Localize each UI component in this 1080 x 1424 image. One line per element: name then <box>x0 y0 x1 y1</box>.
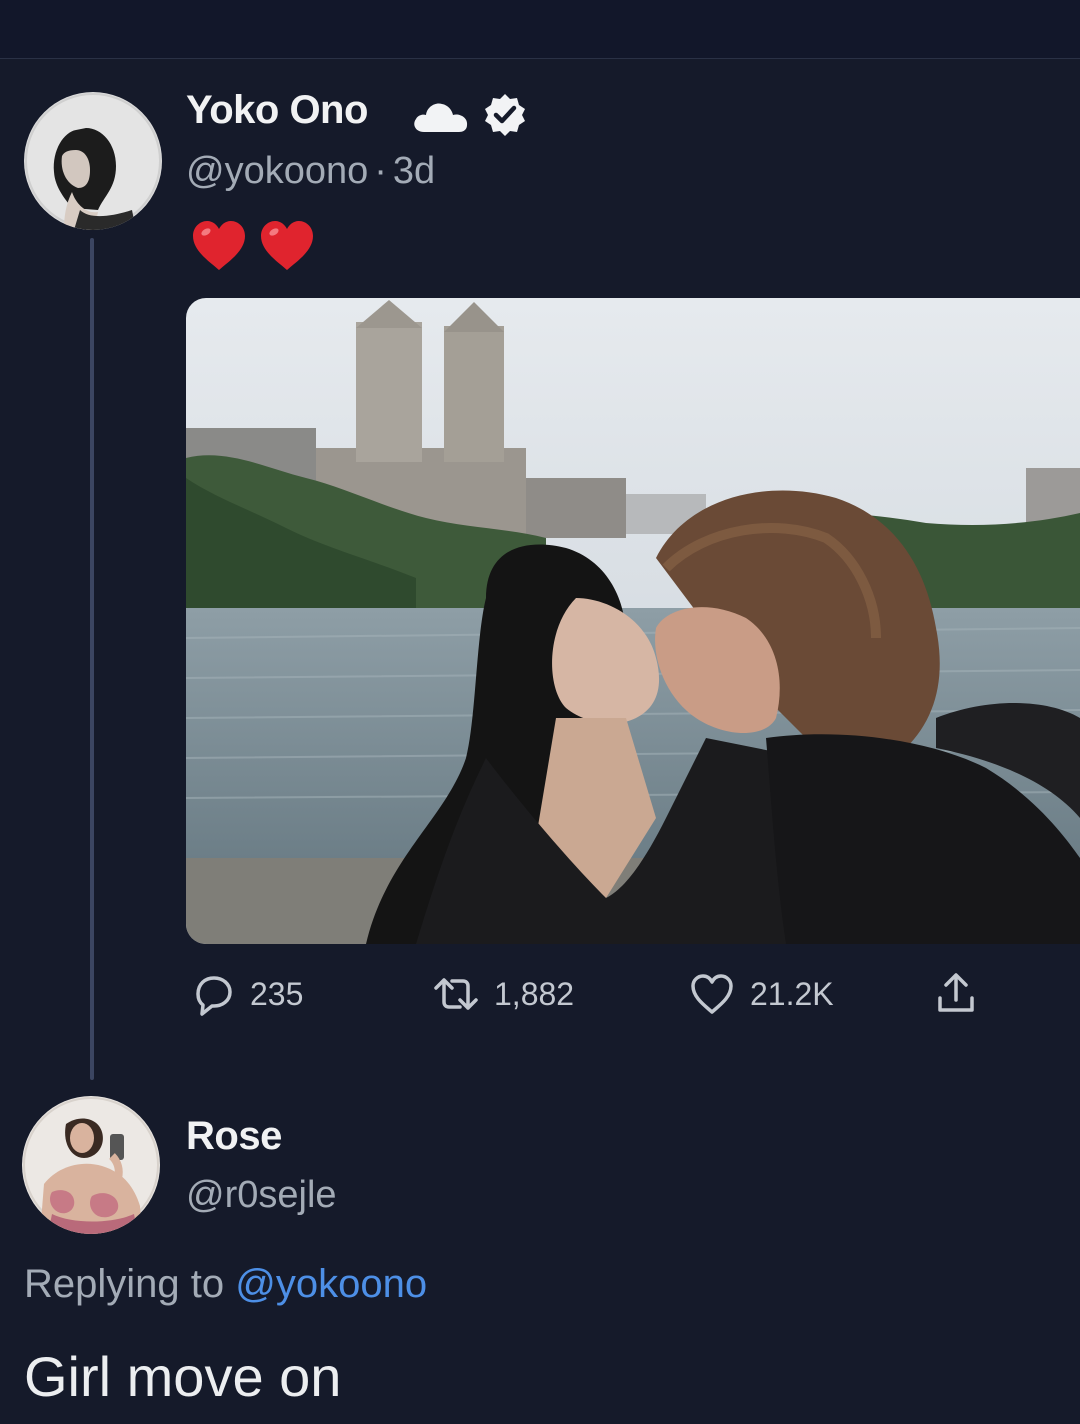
replying-to-mention[interactable]: @yokoono <box>235 1262 427 1306</box>
reply-button[interactable]: 235 <box>188 970 303 1018</box>
verified-icon <box>485 94 525 136</box>
replying-prefix: Replying to <box>24 1262 225 1306</box>
reply-author-handle[interactable]: @r0sejle <box>186 1174 337 1217</box>
reply-text: Girl move on <box>24 1345 342 1408</box>
author-handle-line: @yokoono · 3d <box>186 150 435 193</box>
reply-author-avatar[interactable] <box>22 1096 160 1234</box>
retweet-icon <box>434 978 478 1010</box>
author-name[interactable]: Yoko Ono <box>186 88 368 133</box>
share-button[interactable] <box>932 970 980 1018</box>
red-heart-icon <box>193 221 245 270</box>
tweet-text <box>190 218 316 272</box>
author-handle[interactable]: @yokoono <box>186 150 368 192</box>
thread-connector-line <box>90 238 94 1080</box>
tweet-actions: 235 1,882 21.2K <box>0 970 1080 1026</box>
retweet-count: 1,882 <box>494 975 575 1012</box>
tweet-time[interactable]: 3d <box>393 150 435 192</box>
like-count: 21.2K <box>750 975 834 1012</box>
top-bar <box>0 0 1080 59</box>
red-heart-icon <box>261 221 313 270</box>
cloud-icon <box>414 103 468 132</box>
reply-icon <box>196 976 232 1016</box>
reply-author-name[interactable]: Rose <box>186 1114 282 1159</box>
replying-to-line: Replying to @yokoono <box>24 1262 427 1307</box>
separator-dot: · <box>374 150 387 192</box>
retweet-button[interactable]: 1,882 <box>432 970 574 1018</box>
like-heart-icon <box>691 974 733 1014</box>
reply-count: 235 <box>250 975 304 1012</box>
like-button[interactable]: 21.2K <box>688 970 834 1018</box>
share-icon <box>938 973 974 1012</box>
tweet-photo[interactable] <box>186 298 1080 944</box>
author-avatar[interactable] <box>24 92 162 230</box>
